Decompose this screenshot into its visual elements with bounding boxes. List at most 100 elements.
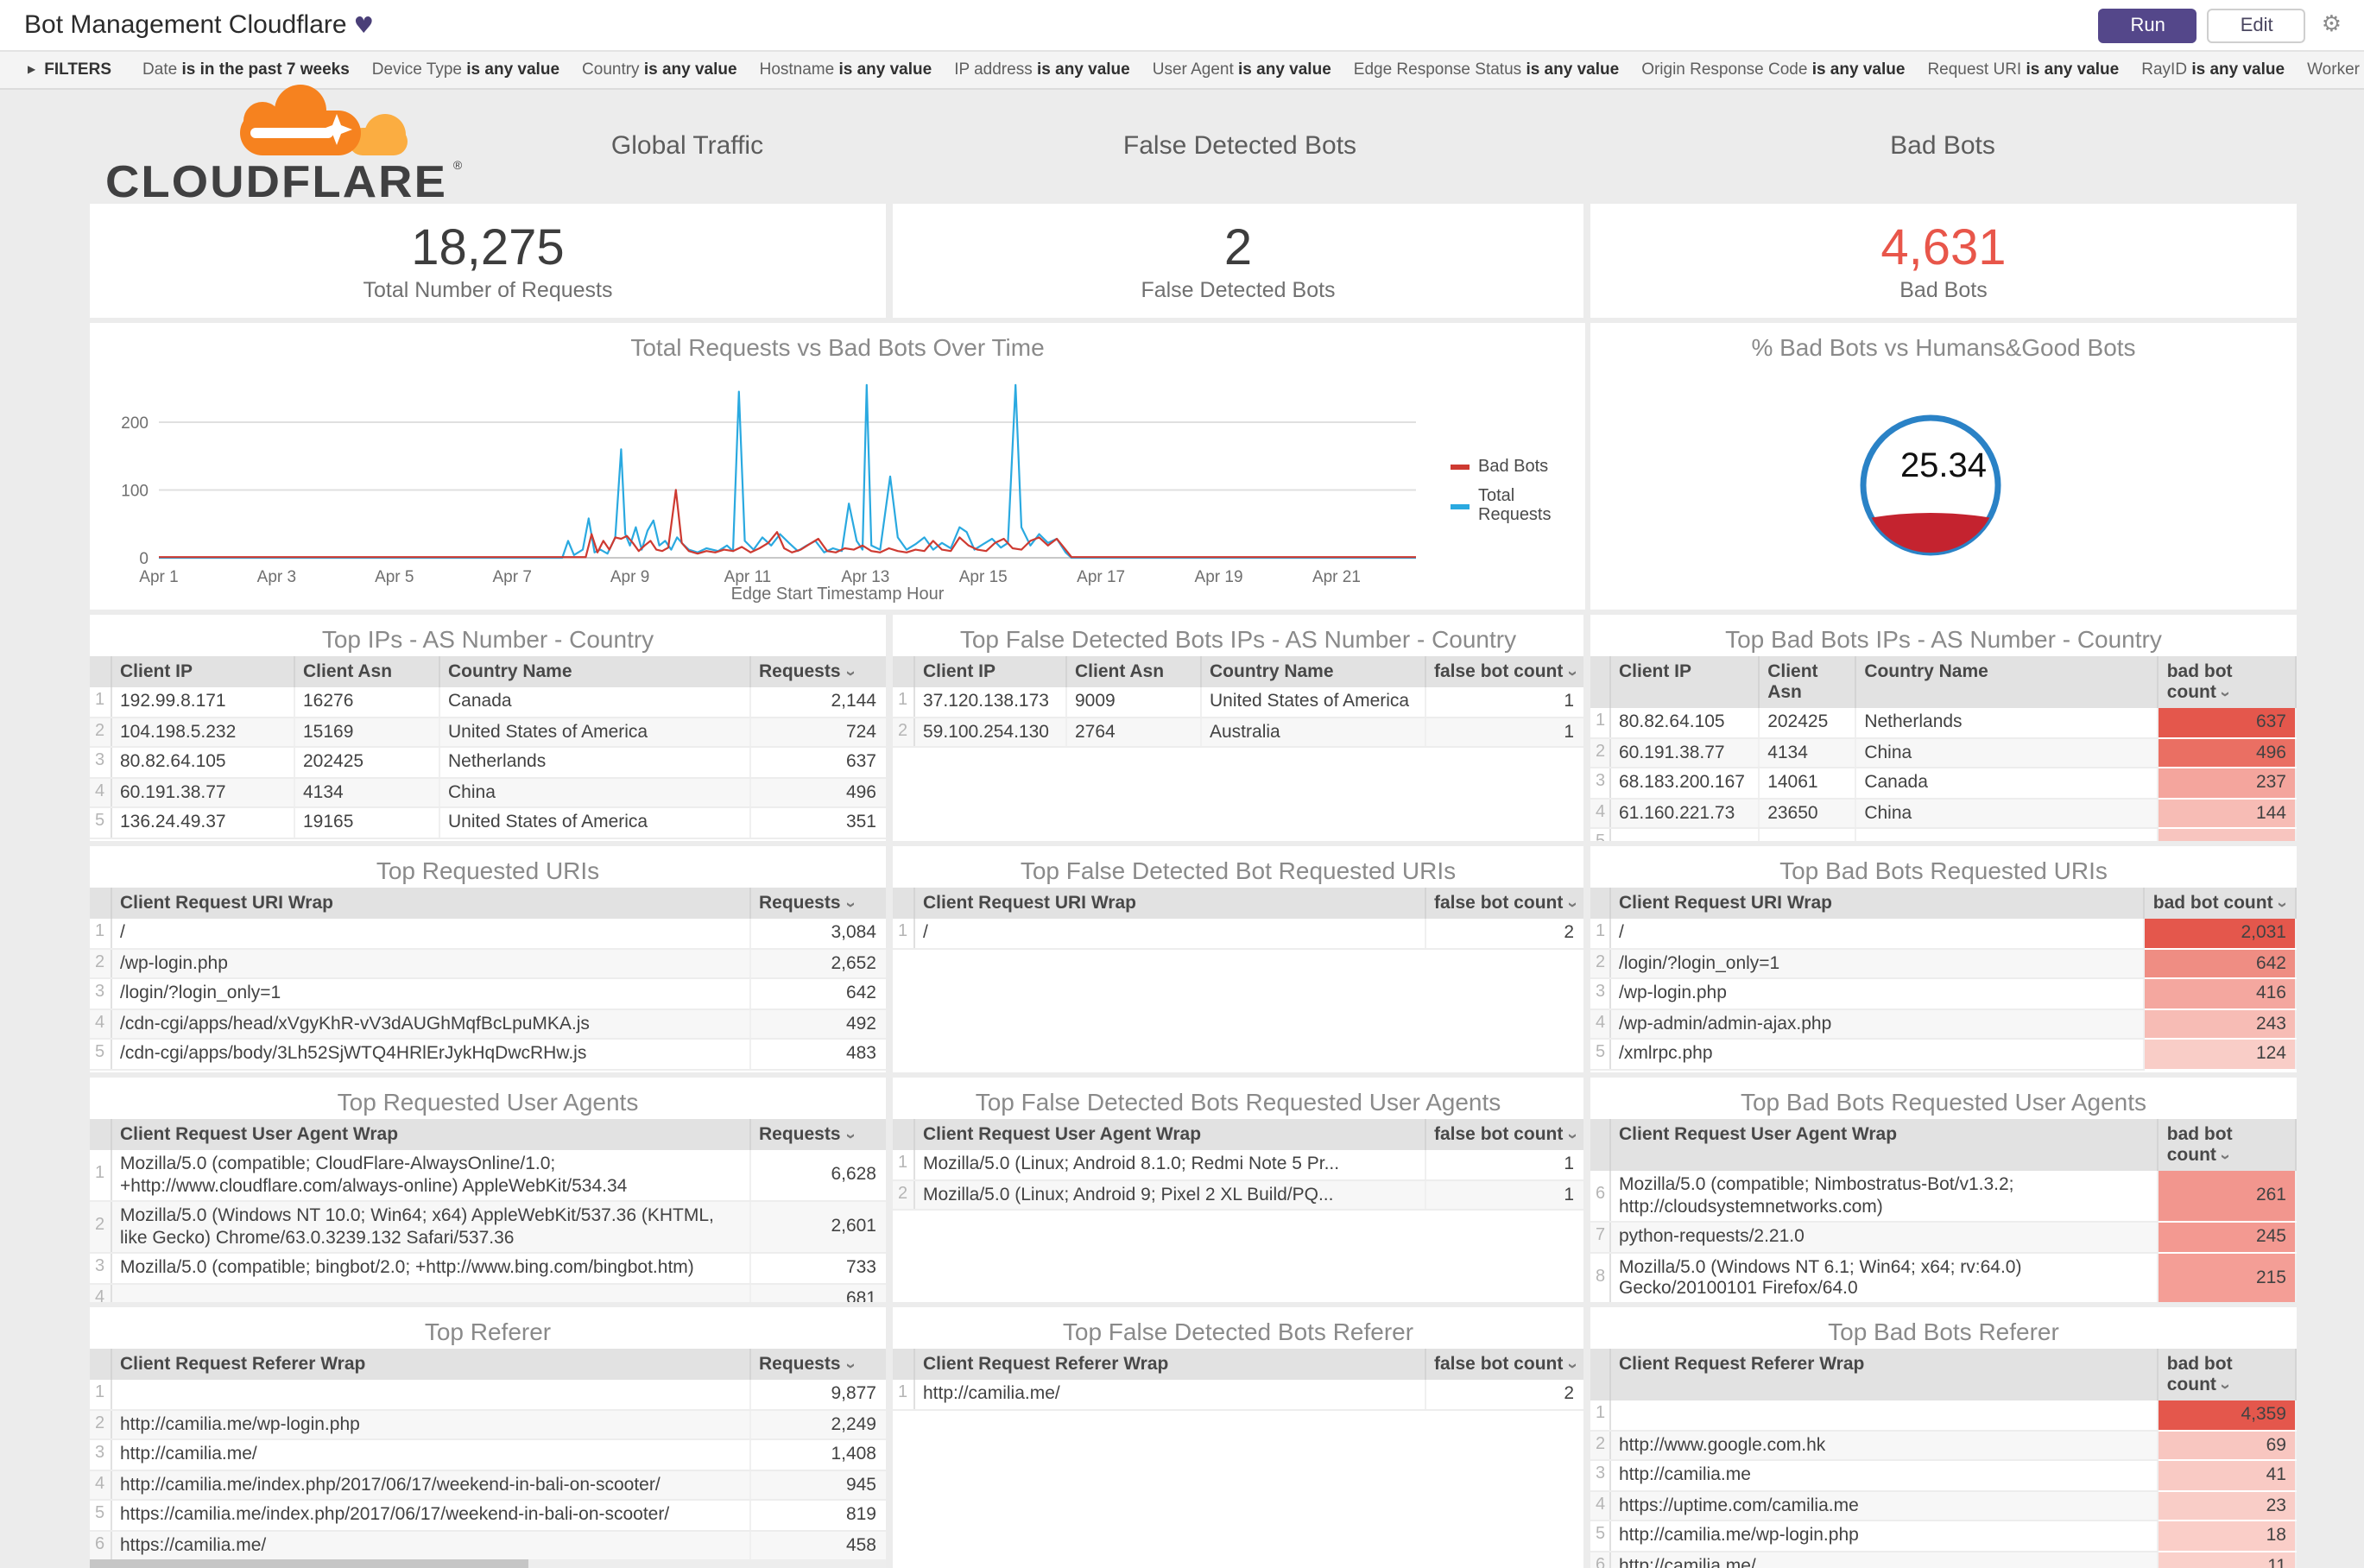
column-header[interactable]: Client Asn [1758,656,1856,708]
filter-item[interactable]: RayID is any value [2141,60,2285,79]
value-column-header[interactable]: Requests› [749,656,886,687]
timeseries-chart[interactable]: 0 100 200 Apr 1 Apr 3 Apr 5 Apr 7 Apr 9 Apr 11 Ap… [90,364,1437,589]
horizontal-scrollbar[interactable] [90,1559,886,1568]
table-cell: 9009 [1065,687,1201,718]
legend-swatch [1451,465,1470,470]
value-column-header[interactable]: Requests› [749,1119,886,1150]
edit-button[interactable]: Edit [2207,8,2306,42]
row-number: 2 [1590,737,1610,768]
column-header[interactable]: Client Asn [1065,656,1201,687]
table-cell: 37.120.138.173 [913,687,1066,718]
value-cell: 496 [2156,737,2297,768]
chart-x-axis-label: Edge Start Timestamp Hour [730,585,945,604]
table-row: 1/3,084 [90,919,886,949]
value-cell: 351 [749,807,886,838]
filter-item[interactable]: Date is in the past 7 weeks [142,60,350,79]
row-number: 2 [893,1179,914,1211]
data-table: Client Request URI Wrap Requests› 1/3,084 2… [90,888,886,1070]
table-row: 4/wp-admin/admin-ajax.php 243 [1590,1008,2297,1040]
table-row: 3/wp-login.php 416 [1590,978,2297,1009]
run-button[interactable]: Run [2098,8,2197,42]
sort-desc-icon: › [839,901,859,908]
filter-item[interactable]: Device Type is any value [372,60,559,79]
column-header[interactable]: Client Request URI Wrap [913,888,1425,919]
sort-desc-icon: › [839,1133,859,1140]
value-column-header[interactable]: false bot count› [1424,656,1583,687]
column-header[interactable]: Client IP [1609,656,1760,708]
table-row: 2 59.100.254.130 2764 Australia 1 [893,717,1583,748]
filter-item[interactable]: Request URI is any value [1927,60,2119,79]
legend-item[interactable]: Bad Bots [1451,458,1585,477]
gear-icon[interactable]: ⚙ [2317,12,2347,38]
value-cell: 245 [2156,1222,2297,1253]
sort-desc-icon: › [1562,1363,1582,1369]
column-header[interactable]: Client Request URI Wrap [111,888,750,919]
registered-mark: ® [453,158,463,172]
value-cell: 1 [1424,687,1583,718]
column-header[interactable]: Country Name [1855,656,2159,708]
filter-field: Origin Response Code [1641,60,1812,79]
column-header[interactable]: Client Request User Agent Wrap [111,1119,750,1150]
column-header[interactable]: Client Asn [294,656,439,687]
value-column-header[interactable]: bad bot count› [2156,1119,2297,1171]
row-number: 5 [90,807,111,838]
column-header[interactable]: Client Request URI Wrap [1609,888,2145,919]
table-cell: http://camilia.me/ [1609,1551,2159,1568]
value-cell: 458 [749,1530,886,1561]
row-number: 5 [90,1500,111,1531]
column-header[interactable]: Client Request Referer Wrap [111,1349,750,1380]
value-column-header[interactable]: false bot count› [1424,1119,1583,1150]
table-cell: China [1855,798,2159,829]
column-header[interactable]: Country Name [439,656,750,687]
column-header[interactable]: Client IP [111,656,294,687]
caret-right-icon: ▶ [28,64,36,76]
row-number: 1 [90,1150,111,1202]
filter-item[interactable]: IP address is any value [954,60,1130,79]
value-cell: 637 [749,747,886,778]
column-header[interactable]: Country Name [1200,656,1425,687]
table-cell: /wp-admin/admin-ajax.php [1609,1008,2145,1040]
table-row: 4 681 [90,1283,886,1302]
value-column-header[interactable]: bad bot count› [2156,1349,2297,1400]
row-number: 2 [1590,1430,1610,1461]
data-table: Client Request URI Wrap bad bot count› 1/2… [1590,888,2297,1070]
legend-label: Total Requests [1478,487,1552,525]
filter-item[interactable]: User Agent is any value [1153,60,1331,79]
scrollbar-thumb[interactable] [90,1559,528,1568]
filter-item[interactable]: Country is any value [582,60,737,79]
value-column-header[interactable]: bad bot count› [2142,888,2297,919]
column-header[interactable]: Client Request User Agent Wrap [913,1119,1425,1150]
column-header[interactable]: Client Request Referer Wrap [1609,1349,2159,1400]
value-column-header[interactable]: Requests› [749,888,886,919]
value-column-header[interactable]: false bot count› [1424,888,1583,919]
value-column-header[interactable]: false bot count› [1424,1349,1583,1380]
column-header[interactable]: Client Request Referer Wrap [913,1349,1425,1380]
chart-legend: Bad Bots Total Requests [1451,458,1585,535]
legend-item[interactable]: Total Requests [1451,487,1585,525]
table-cell: 68.183.200.167 [1609,768,1760,799]
table-row: 4 61.160.221.73 23650 China 144 [1590,798,2297,829]
table-cell: http://camilia.me/ [111,1439,750,1470]
value-cell: 215 [2156,1252,2297,1302]
table-cell: Canada [439,687,750,718]
filter-item[interactable]: Origin Response Code is any value [1641,60,1905,79]
row-number: 2 [90,717,111,748]
table-row: 5/cdn-cgi/apps/body/3Lh52SjWTQ4HRlErJykH… [90,1039,886,1070]
filter-item[interactable]: Worker Subrequest is... [2307,60,2364,79]
column-header[interactable]: Client Request User Agent Wrap [1609,1119,2159,1171]
table-cell: /cdn-cgi/apps/body/3Lh52SjWTQ4HRlErJykHq… [111,1039,750,1070]
cloudflare-cloud-icon [240,85,408,155]
kpi-bad-bots-label: Bad Bots [1899,277,1988,301]
column-header[interactable]: Client IP [913,656,1066,687]
filters-toggle[interactable]: ▶ FILTERS [28,60,111,79]
table-cell: 15169 [294,717,439,748]
table-cell [1758,828,1856,841]
sort-desc-icon: › [839,670,859,677]
table-row: 3 68.183.200.167 14061 Canada 237 [1590,768,2297,799]
value-column-header[interactable]: Requests› [749,1349,886,1380]
value-column-header[interactable]: bad bot count› [2156,656,2297,708]
tile-top-ips: Top IPs - AS Number - Country Client IP Cl… [90,615,886,841]
filter-item[interactable]: Edge Response Status is any value [1354,60,1619,79]
filter-condition: is in the past 7 weeks [181,60,350,79]
filter-item[interactable]: Hostname is any value [760,60,932,79]
